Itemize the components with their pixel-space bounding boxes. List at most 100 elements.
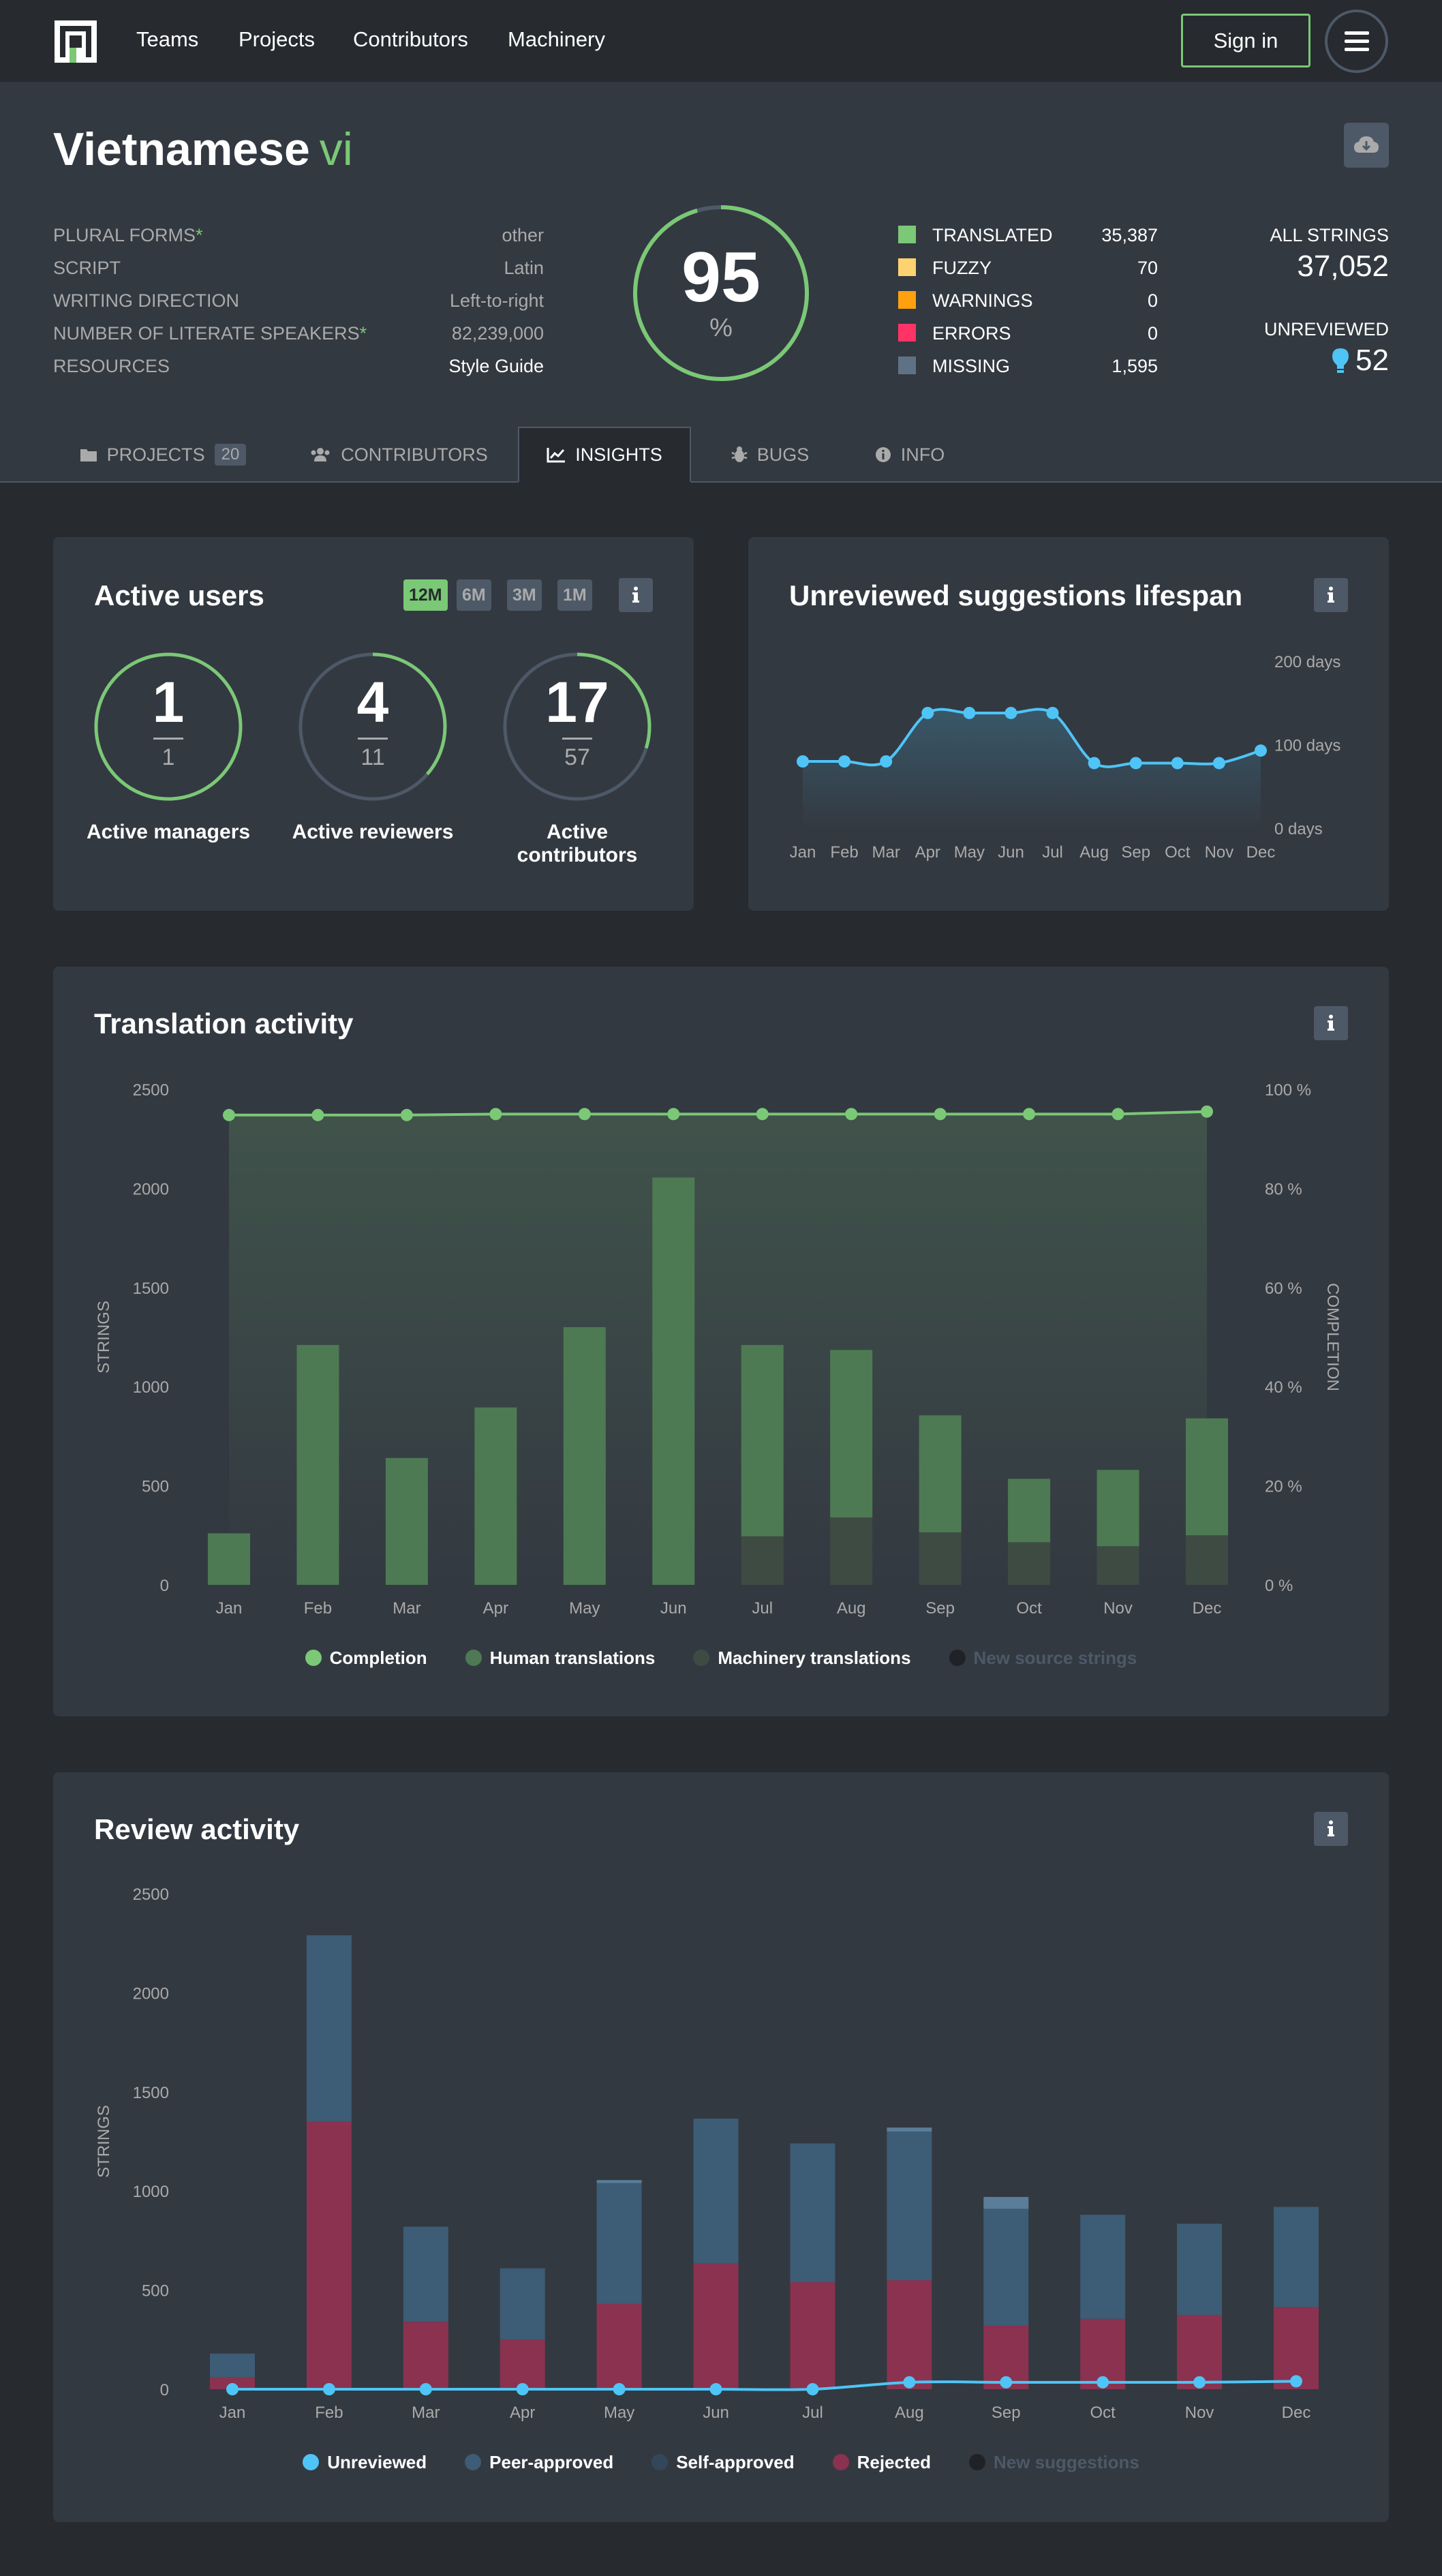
lifespan-point: [1255, 744, 1267, 757]
active-users-info-button[interactable]: [619, 578, 653, 612]
fraction-line: [153, 738, 183, 740]
active-contributors-label: Active contributors: [517, 821, 638, 866]
locale-title: Vietnamese vi: [53, 123, 353, 176]
y2-tick-label: 100 %: [1265, 1081, 1311, 1100]
bar-human-translations: [652, 1177, 695, 1585]
x-tick-label: Oct: [1090, 2404, 1116, 2422]
legend-dot: [651, 2454, 669, 2470]
bar-human-translations: [474, 1407, 517, 1585]
legend-label-warnings[interactable]: WARNINGS: [932, 290, 1033, 312]
menu-button[interactable]: [1325, 10, 1388, 73]
legend-item-new-source-strings[interactable]: New source strings: [949, 1644, 1137, 1671]
meta-value-script: Latin: [504, 258, 544, 278]
bar-peer-approved: [887, 2127, 932, 2132]
lifespan-area: [803, 709, 1261, 828]
active-contributors-count: 17: [545, 670, 609, 734]
bar-rejected: [887, 2280, 932, 2389]
x-tick-label: May: [604, 2404, 634, 2422]
lifespan-point: [838, 755, 851, 768]
x-tick-label: Dec: [1282, 2404, 1311, 2422]
lifespan-point: [1004, 706, 1017, 719]
unreviewed-value-group[interactable]: 52: [1331, 344, 1389, 378]
nav-link-contributors[interactable]: Contributors: [353, 27, 468, 52]
x-tick-label: Sep: [992, 2404, 1021, 2422]
legend-item-self-approved[interactable]: Self-approved: [651, 2449, 795, 2476]
review-activity-info-button[interactable]: [1314, 1812, 1348, 1846]
lifespan-point: [1171, 757, 1184, 770]
meta-label-plural-forms: PLURAL FORMS*: [53, 225, 203, 245]
nav-link-machinery[interactable]: Machinery: [508, 27, 605, 52]
legend-dot: [465, 2454, 482, 2470]
tab-info[interactable]: INFO: [865, 427, 954, 483]
legend-item-unreviewed[interactable]: Unreviewed: [303, 2449, 427, 2476]
y-tick-label: 2500: [133, 1081, 169, 1100]
active-contributors-circle: 17 57: [502, 652, 652, 802]
y-axis-label: STRINGS: [95, 1301, 113, 1374]
bar-machinery-translations: [1186, 1535, 1228, 1585]
tab-projects[interactable]: PROJECTS 20: [71, 427, 255, 483]
legend-dot: [949, 1650, 966, 1666]
unreviewed-point: [1000, 2376, 1013, 2389]
reviewers-total: 11: [360, 744, 385, 770]
legend-value-missing: 1,595: [1111, 356, 1158, 376]
legend-item-completion[interactable]: Completion: [305, 1644, 427, 1671]
nav-link-teams[interactable]: Teams: [136, 27, 198, 52]
nav-link-projects[interactable]: Projects: [239, 27, 315, 52]
tab-label: CONTRIBUTORS: [341, 444, 488, 465]
bar-peer-approved: [596, 2180, 642, 2183]
x-tick-label: Jun: [660, 1599, 687, 1618]
style-guide-link[interactable]: Style Guide: [448, 356, 544, 377]
legend-label-fuzzy[interactable]: FUZZY: [932, 258, 992, 279]
x-tick-label: Mar: [393, 1599, 420, 1618]
lifespan-info-button[interactable]: [1314, 578, 1348, 612]
legend-value-warnings: 0: [1147, 290, 1158, 311]
meta-value-literate-speakers: 82,239,000: [451, 323, 544, 344]
translation-activity-info-button[interactable]: [1314, 1006, 1348, 1040]
legend-item-machinery-translations[interactable]: Machinery translations: [693, 1644, 911, 1671]
info-circle-icon: [875, 447, 891, 462]
unreviewed-value: 52: [1355, 344, 1389, 377]
unreviewed-label: UNREVIEWED: [1263, 319, 1389, 339]
hamburger-icon: [1344, 31, 1369, 51]
y-tick-label: 1500: [133, 2084, 169, 2102]
bar-human-translations: [919, 1415, 962, 1532]
tab-insights[interactable]: INSIGHTS: [518, 427, 691, 483]
y-tick-label: 0 days: [1274, 820, 1323, 838]
legend-item-human-translations[interactable]: Human translations: [465, 1644, 655, 1671]
active-reviewers-circle: 4 11: [298, 652, 448, 802]
period-button-1m[interactable]: 1M: [557, 579, 592, 611]
meta-label-resources: RESOURCES: [53, 356, 170, 376]
legend-item-peer-approved[interactable]: Peer-approved: [465, 2449, 613, 2476]
download-button[interactable]: [1344, 123, 1389, 168]
legend-item-rejected[interactable]: Rejected: [832, 2449, 931, 2476]
completion-point: [223, 1108, 235, 1121]
legend-label-errors[interactable]: ERRORS: [932, 323, 1011, 344]
sign-in-button[interactable]: Sign in: [1181, 14, 1310, 67]
pontoon-logo[interactable]: [55, 20, 97, 63]
tab-bugs[interactable]: BUGS: [722, 427, 818, 483]
bar-self-approved: [210, 2353, 255, 2378]
completion-point: [311, 1108, 324, 1121]
x-tick-label: Nov: [1205, 843, 1234, 862]
bar-rejected: [790, 2282, 835, 2389]
all-strings-value[interactable]: 37,052: [1297, 249, 1389, 284]
completion-line: [229, 1110, 1208, 1117]
progress-unit: %: [709, 314, 733, 342]
period-button-3m[interactable]: 3M: [507, 579, 542, 611]
review-activity-legend: Unreviewed Peer-approved Self-approved R…: [0, 2449, 1442, 2476]
info-icon: [1328, 1820, 1334, 1836]
legend-label-missing[interactable]: MISSING: [932, 356, 1010, 377]
cloud-download-icon: [1354, 136, 1379, 153]
bar-self-approved: [887, 2131, 932, 2281]
y2-tick-label: 60 %: [1265, 1279, 1302, 1298]
tab-contributors[interactable]: CONTRIBUTORS: [300, 427, 497, 483]
legend-dot: [693, 1650, 710, 1666]
fraction-line: [562, 738, 592, 740]
legend-label-translated[interactable]: TRANSLATED: [932, 225, 1053, 246]
period-button-12m[interactable]: 12M: [403, 579, 448, 611]
bar-rejected: [403, 2322, 448, 2389]
legend-item-new-suggestions[interactable]: New suggestions: [968, 2449, 1139, 2476]
bar-machinery-translations: [1008, 1542, 1051, 1585]
active-managers-label: Active managers: [86, 821, 251, 843]
period-button-6m[interactable]: 6M: [457, 579, 491, 611]
